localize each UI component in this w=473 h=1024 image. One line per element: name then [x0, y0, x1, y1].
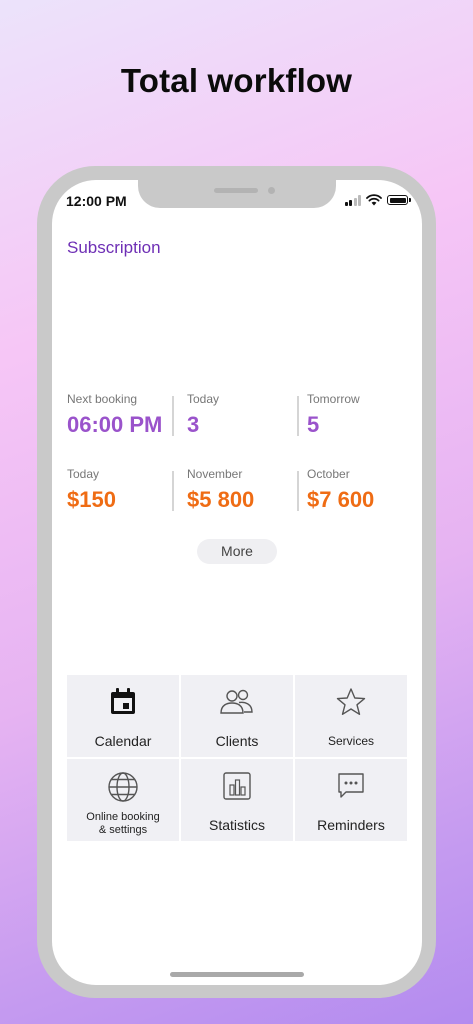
speaker: [214, 188, 258, 193]
subscription-link[interactable]: Subscription: [67, 238, 161, 258]
menu-tile-statistics[interactable]: Statistics: [181, 759, 293, 841]
signal-icon: [344, 194, 361, 206]
stat-value: $5 800: [187, 487, 255, 512]
stat-tomorrow-bookings: Tomorrow 5: [287, 392, 407, 438]
battery-icon: [387, 195, 411, 205]
divider: [297, 396, 299, 436]
stat-label: Today: [187, 392, 220, 406]
headline: Total workflow: [120, 62, 353, 99]
phone-screen: 12:00 PM Subscription Next booking 06:00…: [52, 180, 422, 985]
clients-icon: [220, 689, 253, 714]
stats-bookings: Next booking 06:00 PM Today 3 Tomorrow 5: [67, 392, 407, 438]
divider: [172, 396, 174, 436]
stat-value: 3: [187, 412, 200, 437]
calendar-icon: [111, 688, 135, 714]
menu-label: Statistics: [208, 817, 265, 833]
stats-revenue: Today $150 November $5 800 October $7 60…: [67, 467, 407, 513]
menu-label: Calendar: [94, 733, 152, 749]
divider: [172, 471, 174, 511]
stat-value: 06:00 PM: [67, 412, 163, 437]
stat-today-bookings: Today 3: [167, 392, 287, 438]
globe-icon: [108, 772, 138, 802]
menu-label: Reminders: [317, 817, 385, 833]
stat-revenue-november: November $5 800: [167, 467, 287, 513]
stat-label: October: [307, 467, 350, 481]
stat-value: $150: [67, 487, 116, 512]
menu-label: Services: [327, 734, 374, 748]
stat-label: November: [187, 467, 243, 481]
stat-value: 5: [307, 412, 320, 437]
divider: [297, 471, 299, 511]
menu-tile-clients[interactable]: Clients: [181, 675, 293, 757]
more-button[interactable]: More: [197, 539, 277, 564]
stat-label: Tomorrow: [307, 392, 360, 406]
stat-revenue-today: Today $150: [67, 467, 167, 513]
status-icons: [344, 194, 411, 206]
stat-label: Today: [67, 467, 100, 481]
status-time: 12:00 PM: [66, 193, 127, 209]
menu-tile-reminders[interactable]: Reminders: [295, 759, 407, 841]
stat-revenue-october: October $7 600: [287, 467, 407, 513]
star-icon: [336, 688, 366, 715]
camera: [268, 187, 275, 194]
stat-label: Next booking: [67, 392, 138, 406]
menu-tile-calendar[interactable]: Calendar: [67, 675, 179, 757]
message-icon: [338, 773, 364, 798]
stat-value: $7 600: [307, 487, 375, 512]
menu-tile-online-booking[interactable]: Online booking & settings: [67, 759, 179, 841]
menu-label: Clients: [215, 733, 259, 749]
notch: [138, 180, 336, 208]
stat-next-booking: Next booking 06:00 PM: [67, 392, 167, 438]
menu-tile-services[interactable]: Services: [295, 675, 407, 757]
home-indicator[interactable]: [170, 972, 304, 977]
menu-label: Online booking & settings: [86, 811, 160, 836]
wifi-icon: [366, 194, 382, 206]
menu-grid: Calendar Clients Services Online booking…: [67, 675, 407, 841]
chart-icon: [223, 772, 251, 800]
